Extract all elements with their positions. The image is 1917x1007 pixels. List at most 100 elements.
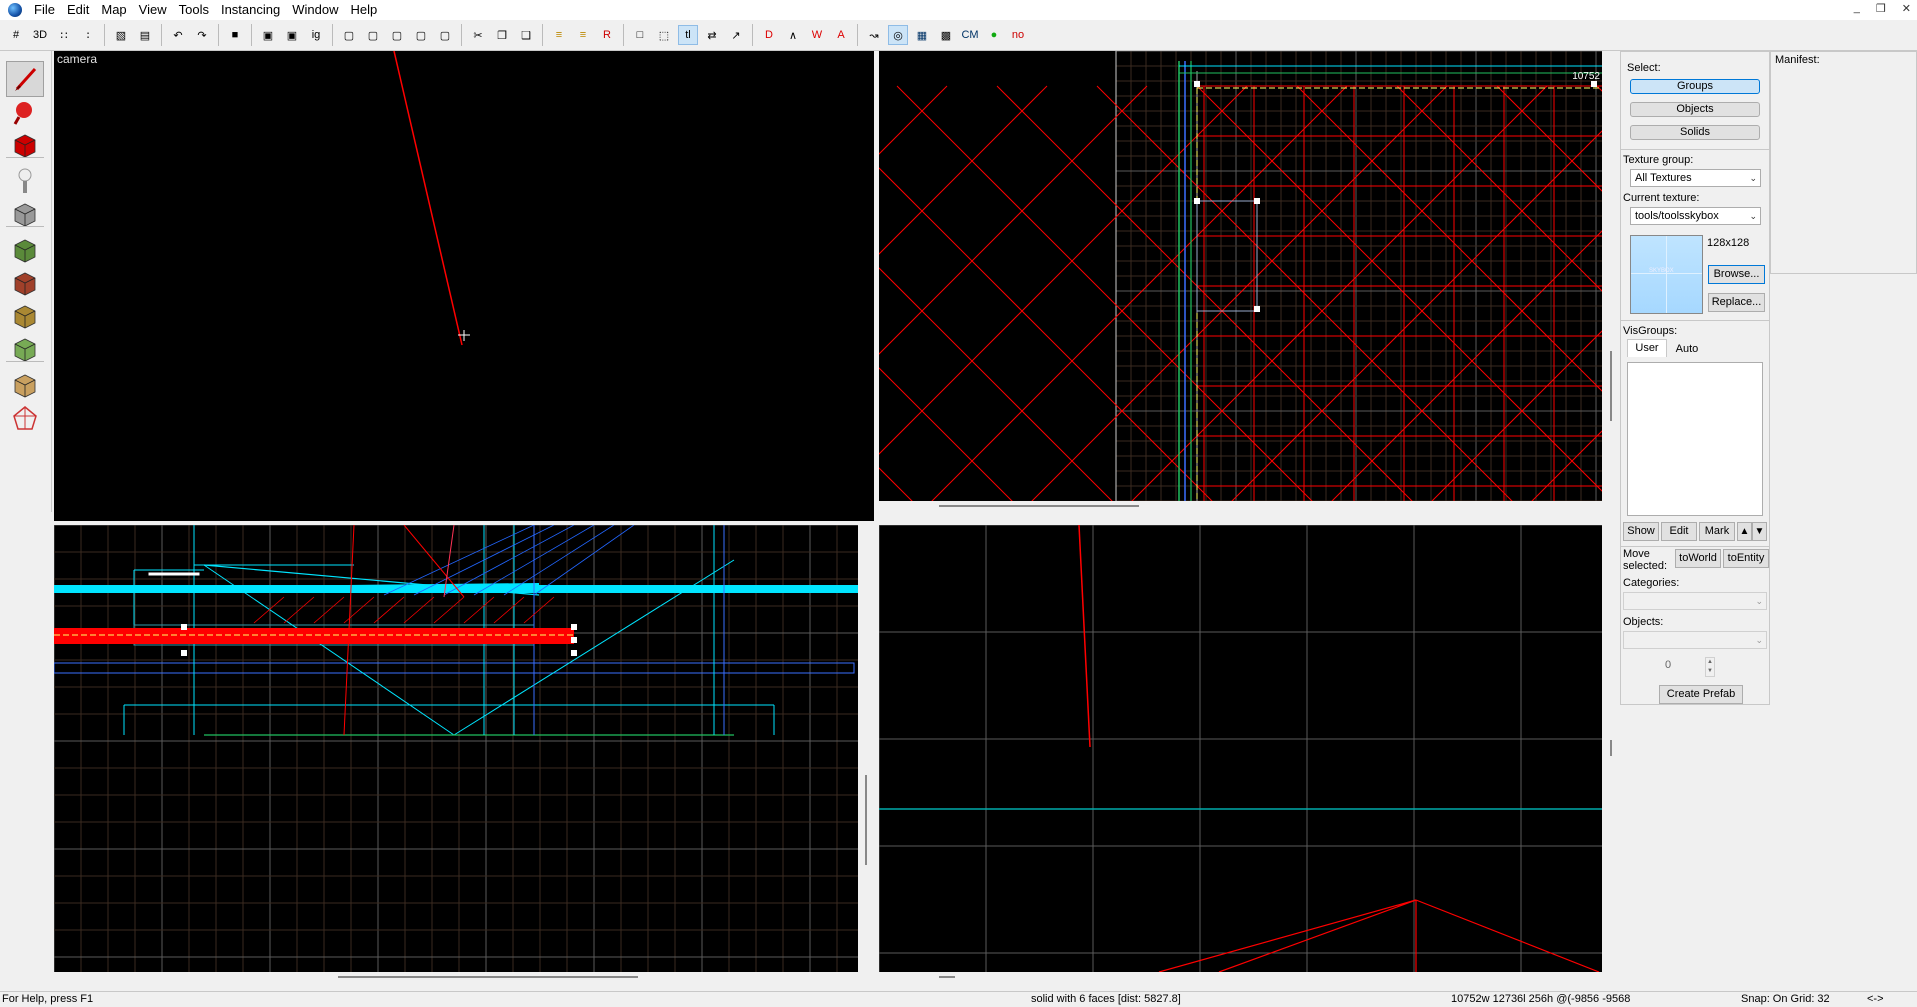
menu-instancing[interactable]: Instancing [215, 0, 286, 20]
displacement-icon[interactable]: D [759, 25, 779, 45]
nodraw-icon[interactable]: no [1008, 25, 1028, 45]
menu-help[interactable]: Help [344, 0, 383, 20]
objects-button[interactable]: Objects [1630, 102, 1760, 117]
models-icon[interactable]: ↝ [864, 25, 884, 45]
side-2d-viewport[interactable] [879, 525, 1602, 972]
move-up-button[interactable]: ▲ [1737, 522, 1752, 541]
texture-preview[interactable]: SKYBOX [1630, 235, 1703, 314]
flip-icon[interactable]: ⇄ [702, 25, 722, 45]
paste-icon[interactable]: ❑ [516, 25, 536, 45]
menu-tools[interactable]: Tools [173, 0, 215, 20]
group-icon[interactable]: ▤ [135, 25, 155, 45]
wireframe-icon[interactable]: W [807, 25, 827, 45]
helpers-icon[interactable]: ∧ [783, 25, 803, 45]
move-down-button[interactable]: ▼ [1752, 522, 1767, 541]
divider [1621, 546, 1769, 547]
replace-button[interactable]: Replace... [1708, 293, 1765, 312]
grid-smaller-icon[interactable]: ∷ [54, 25, 74, 45]
groups-button[interactable]: Groups [1630, 79, 1760, 94]
carve-icon[interactable]: ▧ [111, 25, 131, 45]
selection-tool-icon[interactable] [6, 61, 44, 97]
to-entity-button[interactable]: toEntity [1723, 549, 1769, 568]
menu-view[interactable]: View [133, 0, 173, 20]
count-spinner[interactable]: ▲ ▼ [1705, 657, 1715, 677]
scroll-thumb[interactable] [338, 976, 638, 978]
to-world-button[interactable]: toWorld [1675, 549, 1721, 568]
top-view-vscroll[interactable] [1602, 51, 1620, 521]
close-button[interactable]: ✕ [1902, 2, 1911, 15]
create-prefab-button[interactable]: Create Prefab [1659, 685, 1743, 704]
solids-button[interactable]: Solids [1630, 125, 1760, 140]
vis-icon[interactable]: ▦ [912, 25, 932, 45]
scroll-thumb[interactable] [939, 976, 955, 978]
cm-icon[interactable]: CM [960, 25, 980, 45]
scroll-thumb[interactable] [865, 775, 867, 865]
entity-tool-icon[interactable] [6, 163, 44, 199]
redo-icon[interactable]: ↷ [192, 25, 212, 45]
brush-edge [879, 167, 1213, 501]
top-2d-viewport[interactable]: 10752 [879, 51, 1602, 501]
grid-icon[interactable]: # [6, 25, 26, 45]
top-view-hscroll[interactable] [879, 501, 1602, 521]
copy-icon[interactable]: ❐ [492, 25, 512, 45]
scroll-thumb[interactable] [1610, 740, 1612, 756]
tab-auto[interactable]: Auto [1667, 341, 1707, 357]
sel-icon-1[interactable]: ▢ [339, 25, 359, 45]
magnify-tool-icon[interactable] [6, 95, 44, 131]
grid-larger-icon[interactable]: ∶ [78, 25, 98, 45]
3d-grid-icon[interactable]: 3D [30, 25, 50, 45]
objects-select[interactable]: ⌄ [1623, 631, 1767, 649]
front-view-vscroll[interactable] [858, 525, 874, 991]
camera-viewport[interactable]: camera [54, 51, 874, 521]
compile-icon[interactable]: ■ [225, 25, 245, 45]
scroll-thumb[interactable] [1610, 351, 1612, 421]
front-2d-viewport[interactable] [54, 525, 858, 972]
scroll-thumb[interactable] [939, 505, 1139, 507]
hide-icon[interactable]: ▣ [258, 25, 278, 45]
vertex-tool-icon[interactable] [6, 400, 44, 436]
radius-culling-icon[interactable]: R [597, 25, 617, 45]
sel-icon-4[interactable]: ▢ [411, 25, 431, 45]
browse-button[interactable]: Browse... [1708, 265, 1765, 284]
texture-app-icon[interactable] [6, 232, 44, 268]
current-texture-select[interactable]: tools/toolsskybox ⌄ [1630, 207, 1761, 225]
front-view-hscroll[interactable] [54, 972, 858, 991]
sphere-icon[interactable]: ◎ [888, 25, 908, 45]
restore-button[interactable]: ❒ [1876, 2, 1886, 15]
texture-group-select[interactable]: All Textures ⌄ [1630, 169, 1761, 187]
group-select-icon[interactable]: □ [630, 25, 650, 45]
decal-tool-icon[interactable] [6, 298, 44, 334]
select-icon[interactable]: ⬚ [654, 25, 674, 45]
green-icon[interactable]: ● [984, 25, 1004, 45]
clipping-tool-icon[interactable] [6, 367, 44, 403]
minimize-button[interactable]: _ [1854, 2, 1860, 15]
apply-texture-icon[interactable] [6, 265, 44, 301]
cut-icon[interactable]: ✂ [468, 25, 488, 45]
solid-icon[interactable]: A [831, 25, 851, 45]
undo-icon[interactable]: ↶ [168, 25, 188, 45]
status-snap: Snap: On Grid: 32 [1741, 993, 1830, 1005]
sel-icon-3[interactable]: ▢ [387, 25, 407, 45]
show-icon[interactable]: ▣ [282, 25, 302, 45]
toggle-scale-icon[interactable]: ≡ [573, 25, 593, 45]
cubemap-icon[interactable]: ▩ [936, 25, 956, 45]
visgroups-list[interactable] [1627, 362, 1763, 516]
sel-icon-5[interactable]: ▢ [435, 25, 455, 45]
sel-icon-2[interactable]: ▢ [363, 25, 383, 45]
show-button[interactable]: Show [1623, 522, 1659, 541]
toggle-texlock-icon[interactable]: ≡ [549, 25, 569, 45]
menu-map[interactable]: Map [95, 0, 132, 20]
selection-handle [181, 650, 187, 656]
side-view-hscroll[interactable] [879, 972, 1602, 991]
menu-file[interactable]: File [28, 0, 61, 20]
categories-select[interactable]: ⌄ [1623, 592, 1767, 610]
side-view-vscroll[interactable] [1602, 525, 1620, 991]
menu-window[interactable]: Window [286, 0, 344, 20]
mark-button[interactable]: Mark [1699, 522, 1735, 541]
edit-button[interactable]: Edit [1661, 522, 1697, 541]
menu-edit[interactable]: Edit [61, 0, 95, 20]
autoselect-icon[interactable]: ↗ [726, 25, 746, 45]
ignore-groups-icon[interactable]: ig [306, 25, 326, 45]
texture-lock-icon[interactable]: tl [678, 25, 698, 45]
tab-user[interactable]: User [1627, 339, 1667, 357]
